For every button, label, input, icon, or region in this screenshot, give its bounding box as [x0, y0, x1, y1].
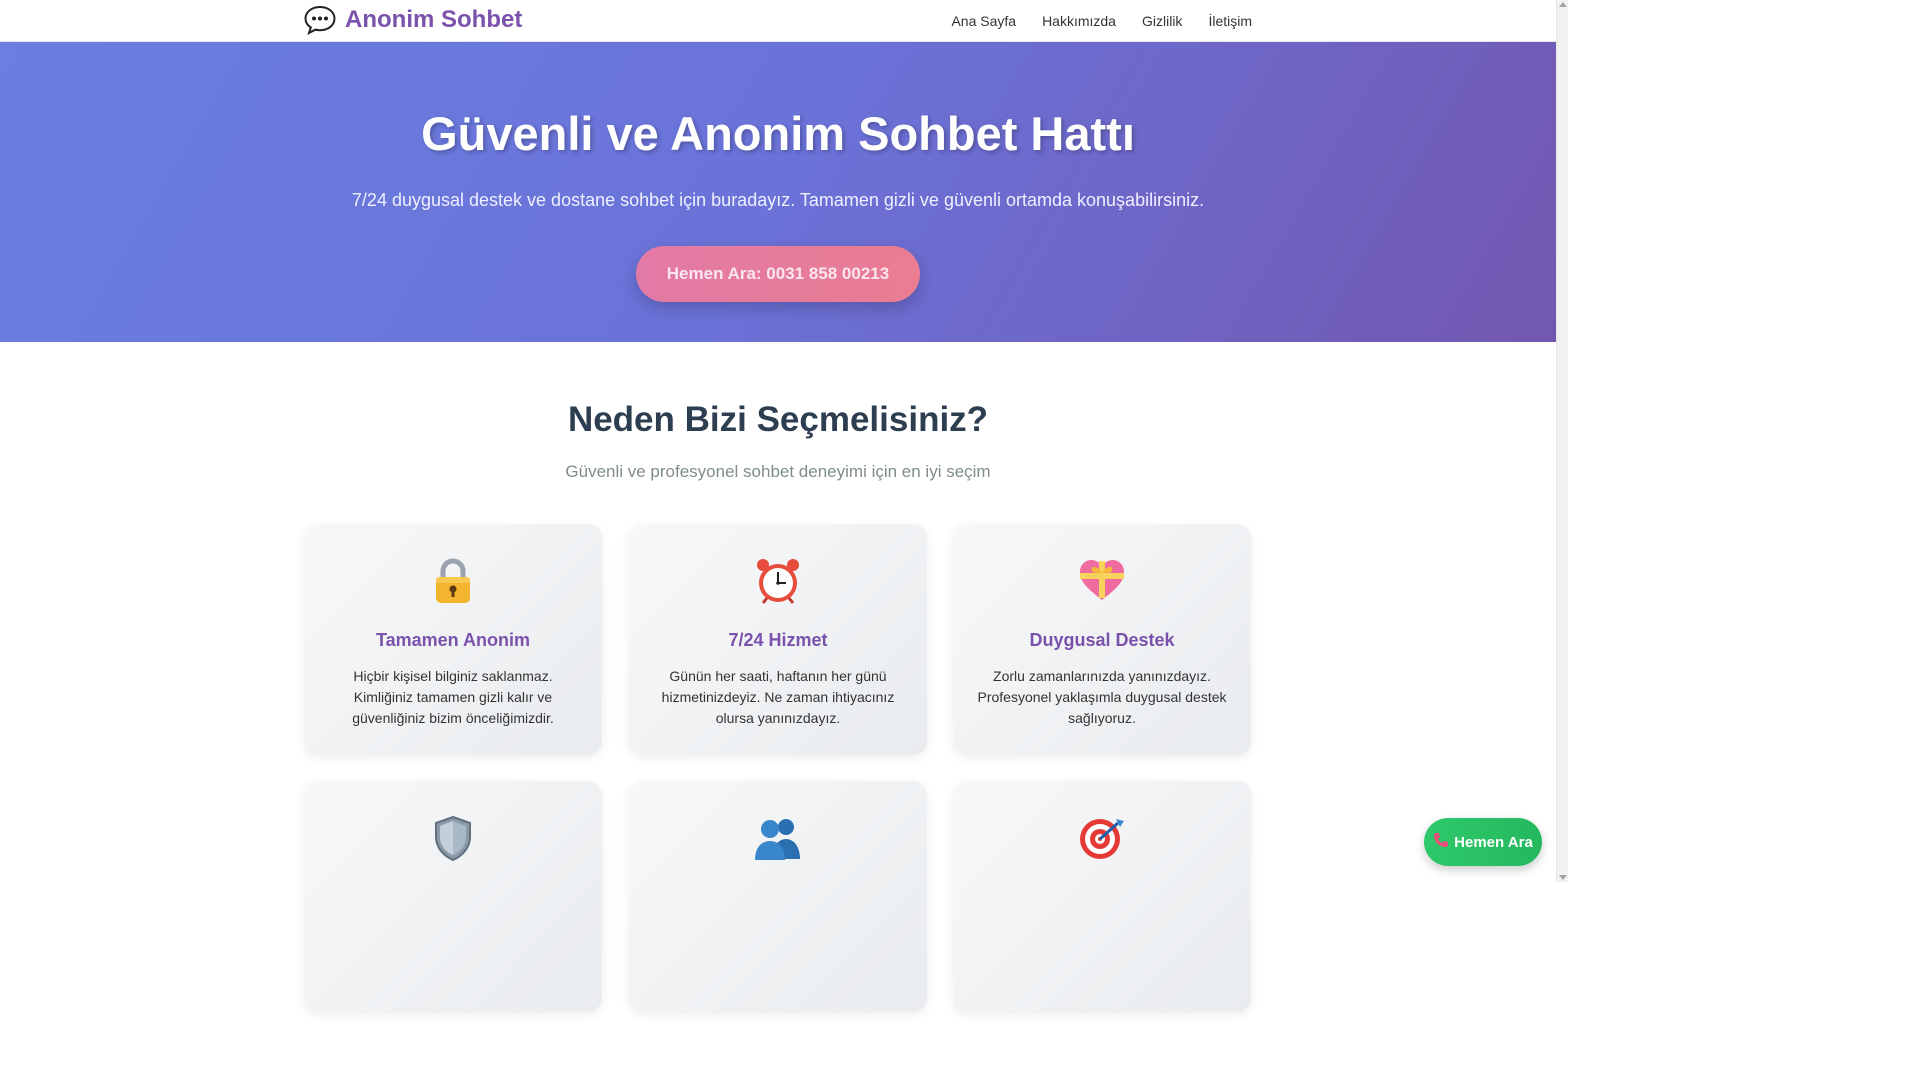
brand-name: Anonim Sohbet: [345, 6, 523, 33]
nav-hakkimizda[interactable]: Hakkımızda: [1042, 13, 1116, 29]
hero-subtitle: 7/24 duygusal destek ve dostane sohbet i…: [351, 190, 1205, 210]
site-header: Anonim Sohbet Ana Sayfa Hakkımızda Gizli…: [0, 0, 1556, 42]
floating-call-button[interactable]: Hemen Ara: [1424, 818, 1542, 866]
feature-title: Tamamen Anonim: [375, 630, 531, 650]
feature-card-community: [629, 781, 927, 1012]
speech-bubble-icon: [304, 5, 336, 36]
feature-card-anonymous: Tamamen Anonim Hiçbir kişisel bilginiz s…: [304, 524, 602, 755]
main-nav: Ana Sayfa Hakkımızda Gizlilik İletişim: [951, 0, 1252, 42]
gift-heart-icon: [953, 558, 1251, 606]
feature-card-24-7: 7/24 Hizmet Günün her saati, haftanın he…: [629, 524, 927, 755]
people-icon: [629, 815, 927, 863]
alarm-clock-icon: [629, 558, 927, 606]
feature-title: 7/24 Hizmet: [728, 630, 828, 650]
feature-card-emotional: Duygusal Destek Zorlu zamanlarınızda yan…: [953, 524, 1251, 755]
feature-card-security: [304, 781, 602, 1012]
feature-card-goal: [953, 781, 1251, 1012]
phone-icon: [1433, 832, 1449, 852]
feature-text: Zorlu zamanlarınızda yanınızdayız. Profe…: [977, 668, 1227, 726]
lock-icon: [304, 558, 602, 606]
floating-call-label: Hemen Ara: [1454, 833, 1533, 851]
nav-ana-sayfa[interactable]: Ana Sayfa: [951, 13, 1016, 29]
features-subtitle: Güvenli ve profesyonel sohbet deneyimi i…: [565, 462, 991, 481]
hero-title: Güvenli ve Anonim Sohbet Hattı: [421, 107, 1135, 160]
features-title: Neden Bizi Seçmelisiniz?: [567, 400, 989, 439]
nav-iletisim[interactable]: İletişim: [1208, 13, 1252, 29]
nav-gizlilik[interactable]: Gizlilik: [1142, 13, 1182, 29]
scroll-up-icon[interactable]: [1559, 2, 1567, 7]
call-now-button[interactable]: Hemen Ara: 0031 858 00213: [636, 246, 920, 302]
feature-title: Duygusal Destek: [1029, 630, 1175, 650]
brand-logo[interactable]: Anonim Sohbet: [304, 5, 523, 36]
scroll-down-icon[interactable]: [1559, 875, 1567, 880]
feature-text: Hiçbir kişisel bilginiz saklanmaz. Kimli…: [352, 668, 554, 726]
target-icon: [953, 815, 1251, 863]
hero-section: Güvenli ve Anonim Sohbet Hattı 7/24 duyg…: [0, 42, 1556, 342]
feature-text: Günün her saati, haftanın her günü hizme…: [661, 668, 895, 726]
shield-icon: [304, 815, 602, 863]
page-scrollbar[interactable]: [1556, 0, 1568, 882]
